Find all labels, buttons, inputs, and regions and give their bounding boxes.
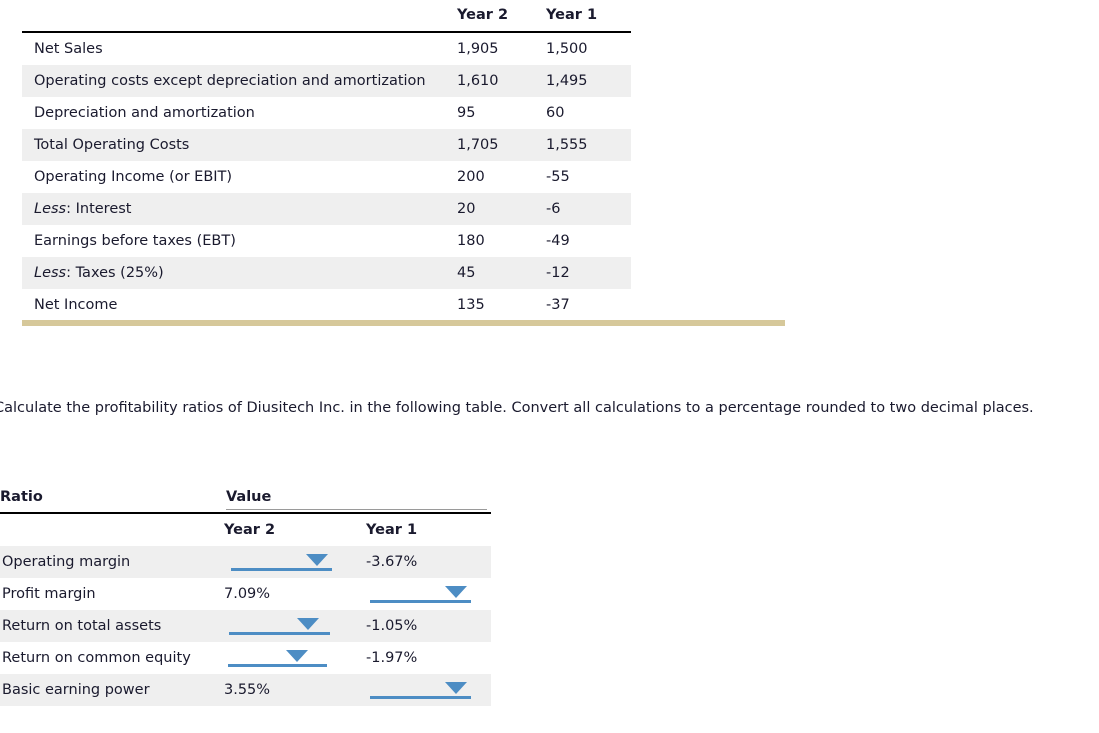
ratio-row: Return on common equity -1.97% [0, 642, 491, 674]
table-row: Operating costs except depreciation and … [22, 65, 631, 97]
income-row-year1-value: -6 [546, 201, 561, 217]
income-row-label: Earnings before taxes (EBT) [34, 233, 236, 249]
income-row-year1-value: 1,500 [546, 41, 588, 57]
chevron-down-icon [297, 618, 319, 630]
ratio-year1-value: -1.97% [366, 650, 418, 666]
income-row-label-text: : Interest [66, 201, 132, 217]
table-row: Operating Income (or EBIT) 200 -55 [22, 161, 631, 193]
income-row-year2-value: 95 [457, 105, 476, 121]
ratio-year1-dropdown[interactable] [370, 578, 471, 610]
ratio-row-label: Profit margin [2, 586, 96, 602]
table-row: Depreciation and amortization 95 60 [22, 97, 631, 129]
income-row-year2-value: 20 [457, 201, 476, 217]
chevron-down-icon [306, 554, 328, 566]
ratio-row-label: Basic earning power [2, 682, 150, 698]
income-row-year2-value: 200 [457, 169, 485, 185]
table-row: Net Sales 1,905 1,500 [22, 32, 631, 65]
income-row-label: Total Operating Costs [34, 137, 190, 153]
income-row-year2-value: 1,610 [457, 73, 499, 89]
income-row-year1-value: 1,495 [546, 73, 588, 89]
income-row-label: Operating Income (or EBIT) [34, 169, 233, 185]
income-row-label: Net Income [34, 297, 118, 313]
income-statement-grid: Year 2 Year 1 Net Sales 1,905 1,500 Operati… [22, 0, 631, 321]
gold-divider-rule [22, 320, 785, 326]
value-header-underline [226, 509, 487, 510]
ratio-year1-cell: -1.05% [366, 610, 491, 642]
income-row-label: Less: Interest [22, 193, 453, 225]
chevron-down-icon [445, 682, 467, 694]
income-row-label: Net Sales [34, 41, 103, 57]
ratio-year2-value: 7.09% [224, 586, 271, 602]
ratio-row: Return on total assets -1.05% [0, 610, 491, 642]
income-row-year1-value: -55 [546, 169, 570, 185]
income-row-year2-value: 45 [457, 265, 476, 281]
income-header-year2: Year 2 [453, 0, 542, 33]
income-row-year2-value: 180 [457, 233, 485, 249]
dropdown-underline [370, 696, 471, 699]
ratio-column-header: Ratio [0, 489, 43, 505]
ratio-subheader-year2: Year 2 [224, 522, 276, 538]
income-statement-header-row: Year 2 Year 1 [22, 0, 631, 33]
income-row-label: Depreciation and amortization [34, 105, 255, 121]
ratio-year2-dropdown[interactable] [231, 546, 332, 578]
income-row-label: Less: Taxes (25%) [22, 257, 453, 289]
income-header-year1: Year 1 [542, 0, 631, 33]
table-row: Less: Interest 20 -6 [22, 193, 631, 225]
ratio-year1-cell [366, 674, 491, 706]
ratio-year1-value: -3.67% [366, 554, 418, 570]
ratio-table-header: Ratio Value [0, 486, 491, 512]
ratio-year1-cell [366, 578, 491, 610]
ratio-table-subheader: Year 2 Year 1 [0, 514, 491, 546]
ratio-year1-dropdown[interactable] [370, 674, 471, 706]
income-row-year2-value: 135 [457, 297, 485, 313]
ratio-year2-cell [224, 610, 366, 642]
ratio-year2-cell: 3.55% [224, 674, 366, 706]
ratio-row-label: Operating margin [2, 554, 131, 570]
ratio-year2-cell [224, 546, 366, 578]
income-statement-table: Year 2 Year 1 Net Sales 1,905 1,500 Operati… [22, 0, 631, 321]
ratio-row: Operating margin -3.67% [0, 546, 491, 578]
ratio-year1-cell: -3.67% [366, 546, 491, 578]
table-row: Earnings before taxes (EBT) 180 -49 [22, 225, 631, 257]
income-row-year1-value: -12 [546, 265, 570, 281]
income-row-year1-value: 60 [546, 105, 565, 121]
ratio-table-body: Operating margin -3.67% Profit margin 7.09%… [0, 546, 491, 706]
dropdown-underline [228, 664, 327, 667]
income-row-label-text: : Taxes (25%) [66, 265, 164, 281]
ratio-subheader-year1: Year 1 [366, 522, 418, 538]
less-prefix: Less [34, 265, 67, 281]
ratio-row-label: Return on common equity [2, 650, 191, 666]
ratio-year1-value: -1.05% [366, 618, 418, 634]
ratio-year2-dropdown[interactable] [228, 642, 327, 674]
income-row-year2-value: 1,905 [457, 41, 499, 57]
income-statement-header: Year 2 Year 1 [22, 0, 631, 33]
instruction-text: Calculate the profitability ratios of Di… [0, 400, 1034, 416]
ratio-year2-cell: 7.09% [224, 578, 366, 610]
chevron-down-icon [286, 650, 308, 662]
income-row-year1-value: 1,555 [546, 137, 588, 153]
income-row-year2-value: 1,705 [457, 137, 499, 153]
less-prefix: Less [34, 201, 67, 217]
chevron-down-icon [445, 586, 467, 598]
ratio-year1-cell: -1.97% [366, 642, 491, 674]
table-row: Total Operating Costs 1,705 1,555 [22, 129, 631, 161]
ratio-row-label: Return on total assets [2, 618, 162, 634]
income-header-blank [22, 0, 453, 33]
dropdown-underline [370, 600, 471, 603]
ratio-row: Profit margin 7.09% [0, 578, 491, 610]
value-column-header: Value [226, 489, 272, 505]
ratio-year2-dropdown[interactable] [229, 610, 330, 642]
income-statement-body: Net Sales 1,905 1,500 Operating costs excep… [22, 32, 631, 321]
dropdown-underline [229, 632, 330, 635]
dropdown-underline [231, 568, 332, 571]
table-row: Net Income 135 -37 [22, 289, 631, 321]
table-row: Less: Taxes (25%) 45 -12 [22, 257, 631, 289]
ratio-year2-cell [224, 642, 366, 674]
ratio-row: Basic earning power 3.55% [0, 674, 491, 706]
profitability-ratio-table: Ratio Value Year 2 Year 1 Operating marg… [0, 486, 491, 706]
income-row-year1-value: -37 [546, 297, 570, 313]
income-row-year1-value: -49 [546, 233, 570, 249]
income-row-label: Operating costs except depreciation and … [34, 73, 426, 89]
ratio-year2-value: 3.55% [224, 682, 271, 698]
